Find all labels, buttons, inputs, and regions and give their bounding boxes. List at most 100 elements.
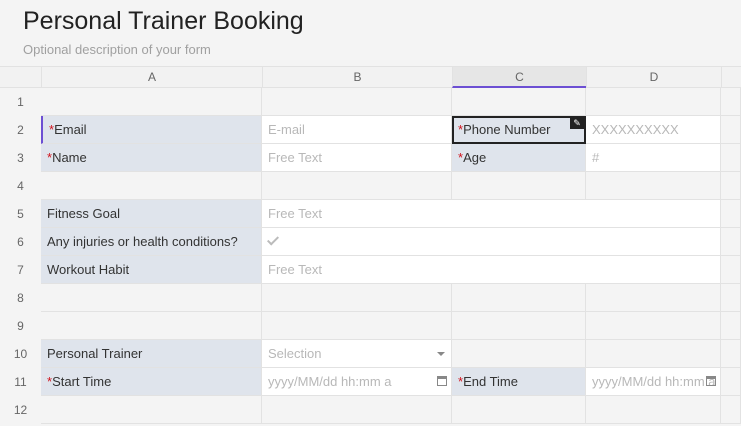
workout-habit-label[interactable]: Workout Habit: [41, 256, 262, 284]
end-time-input[interactable]: yyyy/MM/dd hh:mm a: [586, 368, 721, 396]
row-header-7[interactable]: 7: [0, 256, 41, 284]
grid-row: *Start Time yyyy/MM/dd hh:mm a *End Time…: [41, 368, 741, 396]
empty-cell[interactable]: [452, 340, 586, 368]
empty-cell[interactable]: [262, 396, 452, 424]
fitness-goal-input[interactable]: Free Text: [262, 200, 721, 228]
start-time-placeholder: yyyy/MM/dd hh:mm a: [268, 374, 392, 389]
select-placeholder: Selection: [268, 346, 322, 361]
empty-cell[interactable]: [262, 172, 452, 200]
grid-row: *Email E-mail *Phone Number ✎ XXXXXXXXXX: [41, 116, 741, 144]
grid-row: Workout Habit Free Text: [41, 256, 741, 284]
empty-cell[interactable]: [721, 228, 741, 256]
row-header-1[interactable]: 1: [0, 88, 41, 116]
start-time-input[interactable]: yyyy/MM/dd hh:mm a: [262, 368, 452, 396]
personal-trainer-select[interactable]: Selection: [262, 340, 452, 368]
empty-cell[interactable]: [452, 88, 586, 116]
empty-cell[interactable]: [721, 312, 741, 340]
phone-label: Phone Number: [463, 122, 551, 137]
empty-cell[interactable]: [721, 256, 741, 284]
corner-header[interactable]: [0, 66, 41, 88]
empty-cell[interactable]: [586, 284, 721, 312]
empty-cell[interactable]: [586, 312, 721, 340]
chevron-down-icon[interactable]: [437, 352, 445, 356]
empty-cell[interactable]: [721, 284, 741, 312]
column-header-d[interactable]: D: [586, 66, 721, 88]
grid-row: Any injuries or health conditions?: [41, 228, 741, 256]
name-input[interactable]: Free Text: [262, 144, 452, 172]
grid-row: [41, 396, 741, 424]
age-label-cell[interactable]: *Age: [452, 144, 586, 172]
empty-cell[interactable]: [452, 284, 586, 312]
empty-cell[interactable]: [586, 172, 721, 200]
grid-row: [41, 172, 741, 200]
grid-row: [41, 88, 741, 116]
personal-trainer-label[interactable]: Personal Trainer: [41, 340, 262, 368]
age-label: Age: [463, 150, 487, 165]
row-header-12[interactable]: 12: [0, 396, 41, 424]
row-header-2[interactable]: 2: [0, 116, 41, 144]
empty-cell[interactable]: [41, 88, 262, 116]
form-grid: *Email E-mail *Phone Number ✎ XXXXXXXXXX…: [41, 88, 741, 426]
row-header-4[interactable]: 4: [0, 172, 41, 200]
grid-row: Fitness Goal Free Text: [41, 200, 741, 228]
empty-cell[interactable]: [721, 396, 741, 424]
empty-cell[interactable]: [452, 312, 586, 340]
row-header-6[interactable]: 6: [0, 228, 41, 256]
empty-cell[interactable]: [262, 88, 452, 116]
row-header-9[interactable]: 9: [0, 312, 41, 340]
empty-cell[interactable]: [452, 172, 586, 200]
column-header-extra[interactable]: [721, 66, 741, 88]
empty-cell[interactable]: [452, 396, 586, 424]
pencil-icon[interactable]: ✎: [570, 117, 584, 129]
row-header-3[interactable]: 3: [0, 144, 41, 172]
row-header-5[interactable]: 5: [0, 200, 41, 228]
name-label-cell[interactable]: *Name: [41, 144, 262, 172]
column-header-b[interactable]: B: [262, 66, 452, 88]
empty-cell[interactable]: [41, 312, 262, 340]
injuries-checkbox-cell[interactable]: [262, 228, 721, 256]
form-header: Personal Trainer Booking Optional descri…: [0, 0, 741, 66]
row-header-11[interactable]: 11: [0, 368, 41, 396]
empty-cell[interactable]: [721, 368, 741, 396]
email-input[interactable]: E-mail: [262, 116, 452, 144]
empty-cell[interactable]: [262, 284, 452, 312]
empty-cell[interactable]: [262, 312, 452, 340]
fitness-goal-label[interactable]: Fitness Goal: [41, 200, 262, 228]
email-label-cell[interactable]: *Email: [41, 116, 262, 144]
empty-cell[interactable]: [586, 340, 721, 368]
calendar-icon[interactable]: [437, 376, 447, 386]
empty-cell[interactable]: [41, 284, 262, 312]
row-header-8[interactable]: 8: [0, 284, 41, 312]
column-header-a[interactable]: A: [41, 66, 262, 88]
empty-cell[interactable]: [41, 396, 262, 424]
empty-cell[interactable]: [721, 340, 741, 368]
end-time-placeholder: yyyy/MM/dd hh:mm a: [592, 374, 716, 389]
empty-cell[interactable]: [586, 88, 721, 116]
grid-row: *Name Free Text *Age #: [41, 144, 741, 172]
phone-label-cell[interactable]: *Phone Number ✎: [452, 116, 586, 144]
empty-cell[interactable]: [721, 88, 741, 116]
end-time-label-cell[interactable]: *End Time: [452, 368, 586, 396]
age-input[interactable]: #: [586, 144, 721, 172]
grid-row: [41, 312, 741, 340]
check-icon[interactable]: [266, 233, 280, 246]
injuries-label[interactable]: Any injuries or health conditions?: [41, 228, 262, 256]
email-label: Email: [54, 122, 87, 137]
phone-input[interactable]: XXXXXXXXXX: [586, 116, 721, 144]
empty-cell[interactable]: [721, 200, 741, 228]
start-time-label: Start Time: [52, 374, 112, 389]
workout-habit-input[interactable]: Free Text: [262, 256, 721, 284]
column-header-c[interactable]: C: [452, 66, 586, 88]
name-label: Name: [52, 150, 87, 165]
empty-cell[interactable]: [721, 116, 741, 144]
empty-cell[interactable]: [586, 396, 721, 424]
empty-cell[interactable]: [721, 172, 741, 200]
row-header-10[interactable]: 10: [0, 340, 41, 368]
form-title[interactable]: Personal Trainer Booking: [23, 7, 304, 36]
calendar-icon[interactable]: [706, 376, 716, 386]
empty-cell[interactable]: [41, 172, 262, 200]
end-time-label: End Time: [463, 374, 518, 389]
start-time-label-cell[interactable]: *Start Time: [41, 368, 262, 396]
empty-cell[interactable]: [721, 144, 741, 172]
form-description[interactable]: Optional description of your form: [23, 42, 211, 57]
